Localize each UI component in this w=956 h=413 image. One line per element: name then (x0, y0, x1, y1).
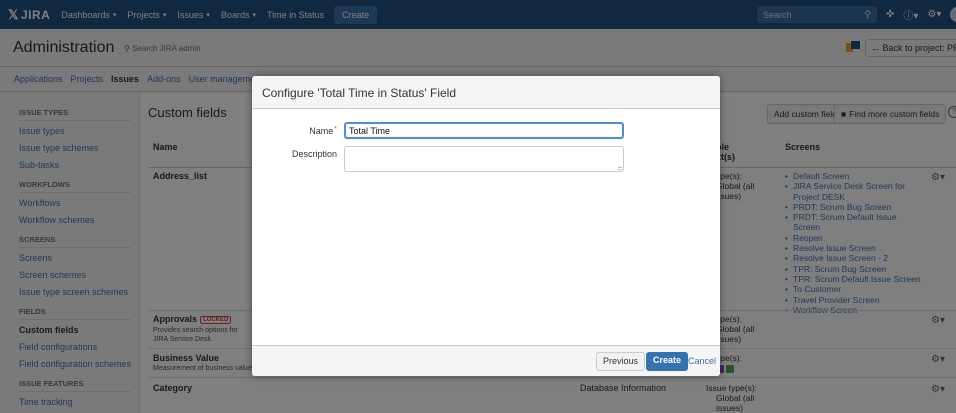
create-button[interactable]: Create (646, 352, 689, 371)
description-field[interactable] (344, 146, 624, 172)
dialog-title: Configure 'Total Time in Status' Field (252, 76, 720, 109)
resize-handle-icon[interactable]: ≐ (617, 165, 623, 173)
name-label-text: Name (309, 126, 334, 136)
name-field[interactable] (344, 122, 624, 139)
previous-button[interactable]: Previous (596, 352, 646, 371)
description-label: Description (291, 149, 337, 159)
cancel-link[interactable]: Cancel (688, 356, 716, 366)
configure-field-dialog: Configure 'Total Time in Status' Field N… (252, 76, 720, 376)
dialog-footer: Previous Create Cancel (252, 345, 720, 376)
required-marker: * (334, 126, 337, 133)
name-label: Name* (272, 126, 337, 136)
